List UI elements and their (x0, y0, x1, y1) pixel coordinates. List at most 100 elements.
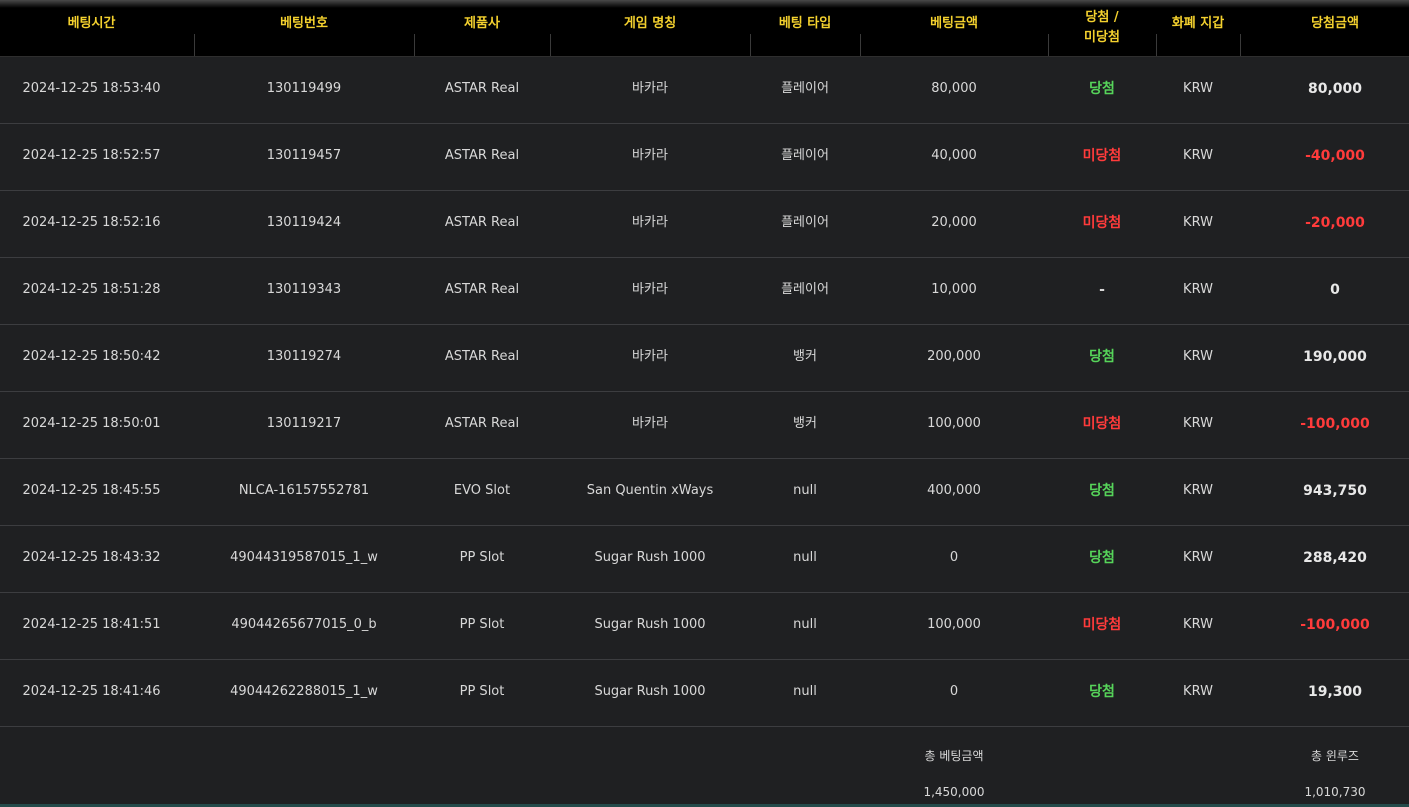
cell-currency: KRW (1183, 416, 1213, 431)
cell-currency: KRW (1183, 148, 1213, 163)
table-body: 2024-12-25 18:53:40 130119499 ASTAR Real 바카… (0, 57, 1409, 727)
cell-provider: PP Slot (459, 617, 505, 632)
cell-bet-type: 플레이어 (781, 215, 829, 230)
header-win-amount-label: 당첨금액 (1311, 16, 1359, 31)
header-win-amount: 당첨금액 (1240, 8, 1409, 56)
cell-bet-amount: 100,000 (927, 617, 981, 632)
cell-provider: PP Slot (459, 550, 505, 565)
cell-bet-number: 49044319587015_1_w (230, 550, 378, 565)
cell-bet-amount: 20,000 (931, 215, 977, 230)
table-row[interactable]: 2024-12-25 18:53:40 130119499 ASTAR Real 바카… (0, 57, 1409, 124)
cell-bet-amount: 0 (949, 550, 959, 565)
cell-win-amount: -100,000 (1300, 617, 1370, 633)
total-bet-label: 총 베팅금액 (924, 749, 984, 763)
header-game-name-label: 게임 명칭 (623, 16, 677, 31)
header-divider (550, 34, 551, 56)
cell-game-name: 바카라 (632, 282, 668, 297)
header-bet-number-label: 베팅번호 (280, 16, 328, 31)
cell-provider: ASTAR Real (444, 215, 520, 230)
header-divider (194, 34, 195, 56)
cell-result: 당첨 (1089, 550, 1115, 566)
table-row[interactable]: 2024-12-25 18:41:46 49044262288015_1_w PP … (0, 660, 1409, 727)
cell-game-name: 바카라 (632, 148, 668, 163)
cell-bet-amount: 40,000 (931, 148, 977, 163)
header-result-line1: 당첨 / (1085, 10, 1119, 25)
cell-win-amount: -40,000 (1305, 148, 1365, 164)
total-bet-value: 1,450,000 (923, 785, 985, 799)
header-divider (414, 34, 415, 56)
header-divider (1048, 34, 1049, 56)
cell-currency: KRW (1183, 349, 1213, 364)
cell-bet-time: 2024-12-25 18:50:42 (22, 349, 161, 364)
header-provider-label: 제품사 (464, 16, 500, 31)
cell-bet-time: 2024-12-25 18:45:55 (22, 483, 161, 498)
cell-provider: ASTAR Real (444, 349, 520, 364)
cell-bet-time: 2024-12-25 18:51:28 (22, 282, 161, 297)
cell-result: 미당첨 (1082, 148, 1122, 164)
header-divider (860, 34, 861, 56)
cell-win-amount: -20,000 (1305, 215, 1365, 231)
table-row[interactable]: 2024-12-25 18:52:57 130119457 ASTAR Real 바카… (0, 124, 1409, 191)
cell-bet-amount: 400,000 (927, 483, 981, 498)
cell-provider: ASTAR Real (444, 148, 520, 163)
cell-win-amount: 943,750 (1303, 483, 1367, 499)
header-bet-time-label: 베팅시간 (67, 16, 116, 31)
cell-bet-type: null (793, 483, 817, 498)
cell-bet-time: 2024-12-25 18:41:51 (22, 617, 161, 632)
cell-currency: KRW (1183, 483, 1213, 498)
cell-win-amount: 190,000 (1303, 349, 1367, 365)
header-divider (1240, 34, 1241, 56)
cell-provider: ASTAR Real (444, 416, 520, 431)
total-winloss-label: 총 윈루즈 (1311, 749, 1359, 763)
cell-currency: KRW (1183, 617, 1213, 632)
cell-bet-number: 130119343 (266, 282, 342, 297)
cell-bet-number: 130119217 (266, 416, 342, 431)
cell-bet-amount: 200,000 (927, 349, 981, 364)
table-row[interactable]: 2024-12-25 18:50:01 130119217 ASTAR Real 바카… (0, 392, 1409, 459)
cell-provider: PP Slot (459, 684, 505, 699)
cell-bet-number: 130119274 (266, 349, 342, 364)
cell-game-name: 바카라 (632, 215, 668, 230)
cell-bet-time: 2024-12-25 18:41:46 (22, 684, 161, 699)
table-row[interactable]: 2024-12-25 18:41:51 49044265677015_0_b PP … (0, 593, 1409, 660)
cell-bet-type: 플레이어 (781, 81, 829, 96)
cell-result: 미당첨 (1082, 215, 1122, 231)
bet-history-page: 베팅시간 베팅번호 제품사 게임 명칭 베팅 타입 베팅금액 당첨 / 미당첨 … (0, 0, 1409, 807)
cell-bet-type: 뱅커 (793, 349, 817, 364)
cell-result: 당첨 (1089, 349, 1115, 365)
cell-result: 당첨 (1089, 483, 1115, 499)
cell-game-name: Sugar Rush 1000 (594, 550, 706, 565)
cell-bet-time: 2024-12-25 18:43:32 (22, 550, 161, 565)
cell-provider: ASTAR Real (444, 282, 520, 297)
table-row[interactable]: 2024-12-25 18:45:55 NLCA-16157552781 EVO S… (0, 459, 1409, 526)
table-footer: 총 베팅금액 1,450,000 총 윈루즈 1,010,730 (0, 727, 1409, 807)
cell-bet-amount: 100,000 (927, 416, 981, 431)
cell-currency: KRW (1183, 215, 1213, 230)
cell-provider: EVO Slot (453, 483, 511, 498)
cell-bet-type: null (793, 684, 817, 699)
cell-bet-type: 플레이어 (781, 148, 829, 163)
cell-bet-number: 130119499 (266, 81, 342, 96)
header-bet-time: 베팅시간 (0, 8, 183, 56)
table-row[interactable]: 2024-12-25 18:52:16 130119424 ASTAR Real 바카… (0, 191, 1409, 258)
cell-currency: KRW (1183, 550, 1213, 565)
table-row[interactable]: 2024-12-25 18:50:42 130119274 ASTAR Real 바카… (0, 325, 1409, 392)
table-row[interactable]: 2024-12-25 18:51:28 130119343 ASTAR Real 바카… (0, 258, 1409, 325)
cell-game-name: 바카라 (632, 349, 668, 364)
header-bet-type-label: 베팅 타입 (778, 16, 832, 31)
cell-bet-time: 2024-12-25 18:52:57 (22, 148, 161, 163)
cell-provider: ASTAR Real (444, 81, 520, 96)
header-bet-amount: 베팅금액 (860, 8, 1048, 56)
cell-result: - (1099, 282, 1105, 298)
cell-bet-amount: 0 (949, 684, 959, 699)
cell-result: 당첨 (1089, 684, 1115, 700)
cell-bet-time: 2024-12-25 18:53:40 (22, 81, 161, 96)
cell-result: 미당첨 (1082, 416, 1122, 432)
cell-bet-number: 130119424 (266, 215, 342, 230)
cell-bet-type: 뱅커 (793, 416, 817, 431)
cell-currency: KRW (1183, 684, 1213, 699)
cell-bet-number: NLCA-16157552781 (238, 483, 370, 498)
header-result-line2: 미당첨 (1084, 30, 1120, 45)
header-result: 당첨 / 미당첨 (1048, 8, 1156, 56)
table-row[interactable]: 2024-12-25 18:43:32 49044319587015_1_w PP … (0, 526, 1409, 593)
